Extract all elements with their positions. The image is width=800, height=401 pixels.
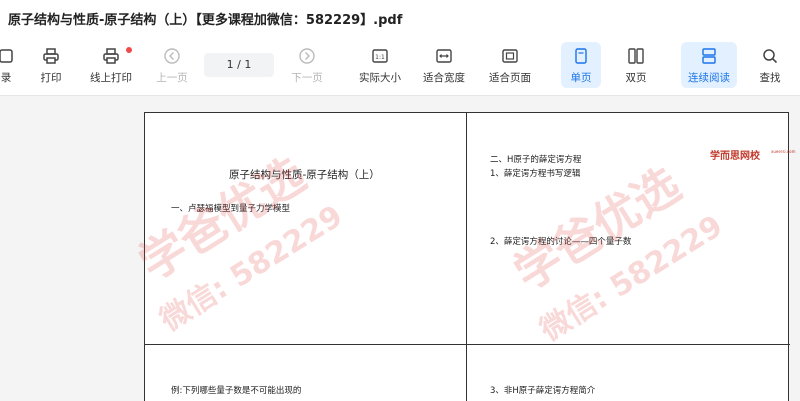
fit-page-label: 适合页面: [489, 72, 531, 84]
actual-size-button[interactable]: 1:1 实际大小: [356, 42, 404, 88]
slide2-line2: 2、薛定谔方程的讨论——四个量子数: [490, 237, 632, 247]
search-icon: [759, 45, 781, 67]
brand-logo: 学而思网校: [710, 151, 760, 162]
next-page-label: 下一页: [291, 72, 323, 84]
slide3-line1: 例:下列哪些量子数是不可能出现的: [171, 386, 302, 396]
pdf-page: 原子结构与性质-原子结构（上） 一、卢瑟福模型到量子力学模型 二、H原子的薛定谔…: [144, 112, 795, 401]
document-title: 原子结构与性质-原子结构（上）【更多课程加微信：582229】.pdf: [8, 13, 403, 28]
prev-page-button[interactable]: 上一页: [154, 42, 190, 88]
slide4-line1: 3、非H原子薛定谔方程简介: [490, 386, 596, 396]
slide1-title: 原子结构与性质-原子结构（上）: [229, 169, 380, 181]
fit-width-button[interactable]: 适合宽度: [420, 42, 468, 88]
continuous-read-button[interactable]: 连续阅读: [681, 42, 737, 88]
slide2-heading: 二、H原子的薛定谔方程: [490, 155, 582, 165]
print-icon: [40, 45, 62, 67]
svg-text:1:1: 1:1: [375, 54, 385, 61]
single-page-label: 单页: [570, 72, 592, 84]
fit-page-icon: [499, 45, 521, 67]
prev-page-icon: [161, 45, 183, 67]
next-page-icon: [296, 45, 318, 67]
toolbar: 录 打印 线上打印 上一页 下一页 1:1 实际大小 适合宽度 适合页面 单页 …: [0, 36, 800, 96]
online-print-icon: [100, 45, 122, 67]
title-bar: 原子结构与性质-原子结构（上）【更多课程加微信：582229】.pdf: [0, 0, 800, 36]
slide-divider-horizontal: [145, 344, 790, 345]
continuous-read-icon: [698, 45, 720, 67]
continuous-read-label: 连续阅读: [688, 72, 730, 84]
page-number-input[interactable]: 1 / 1: [204, 53, 274, 77]
search-button[interactable]: 查找: [752, 42, 788, 88]
prev-page-label: 上一页: [156, 72, 188, 84]
brand-logo-sub: xueersi.com: [771, 149, 796, 154]
print-label: 打印: [40, 72, 62, 84]
notification-dot: [126, 47, 132, 53]
fit-width-label: 适合宽度: [423, 72, 465, 84]
directory-label: 录: [0, 72, 12, 84]
single-page-button[interactable]: 单页: [561, 42, 601, 88]
slide1-line1: 一、卢瑟福模型到量子力学模型: [171, 204, 291, 214]
actual-size-label: 实际大小: [359, 72, 401, 84]
directory-button[interactable]: 录: [0, 42, 24, 88]
list-icon: [0, 45, 17, 67]
fit-width-icon: [433, 45, 455, 67]
actual-size-icon: 1:1: [369, 45, 391, 67]
search-label: 查找: [759, 72, 781, 84]
document-viewer[interactable]: 原子结构与性质-原子结构（上） 一、卢瑟福模型到量子力学模型 二、H原子的薛定谔…: [0, 97, 800, 401]
slide2-line1: 1、薛定谔方程书写逻辑: [490, 169, 581, 179]
online-print-label: 线上打印: [90, 72, 132, 84]
slide-divider-vertical: [466, 113, 467, 401]
single-page-icon: [570, 45, 592, 67]
double-page-icon: [625, 45, 647, 67]
fit-page-button[interactable]: 适合页面: [486, 42, 534, 88]
double-page-label: 双页: [625, 72, 647, 84]
double-page-button[interactable]: 双页: [618, 42, 654, 88]
print-button[interactable]: 打印: [36, 42, 66, 88]
next-page-button[interactable]: 下一页: [289, 42, 325, 88]
